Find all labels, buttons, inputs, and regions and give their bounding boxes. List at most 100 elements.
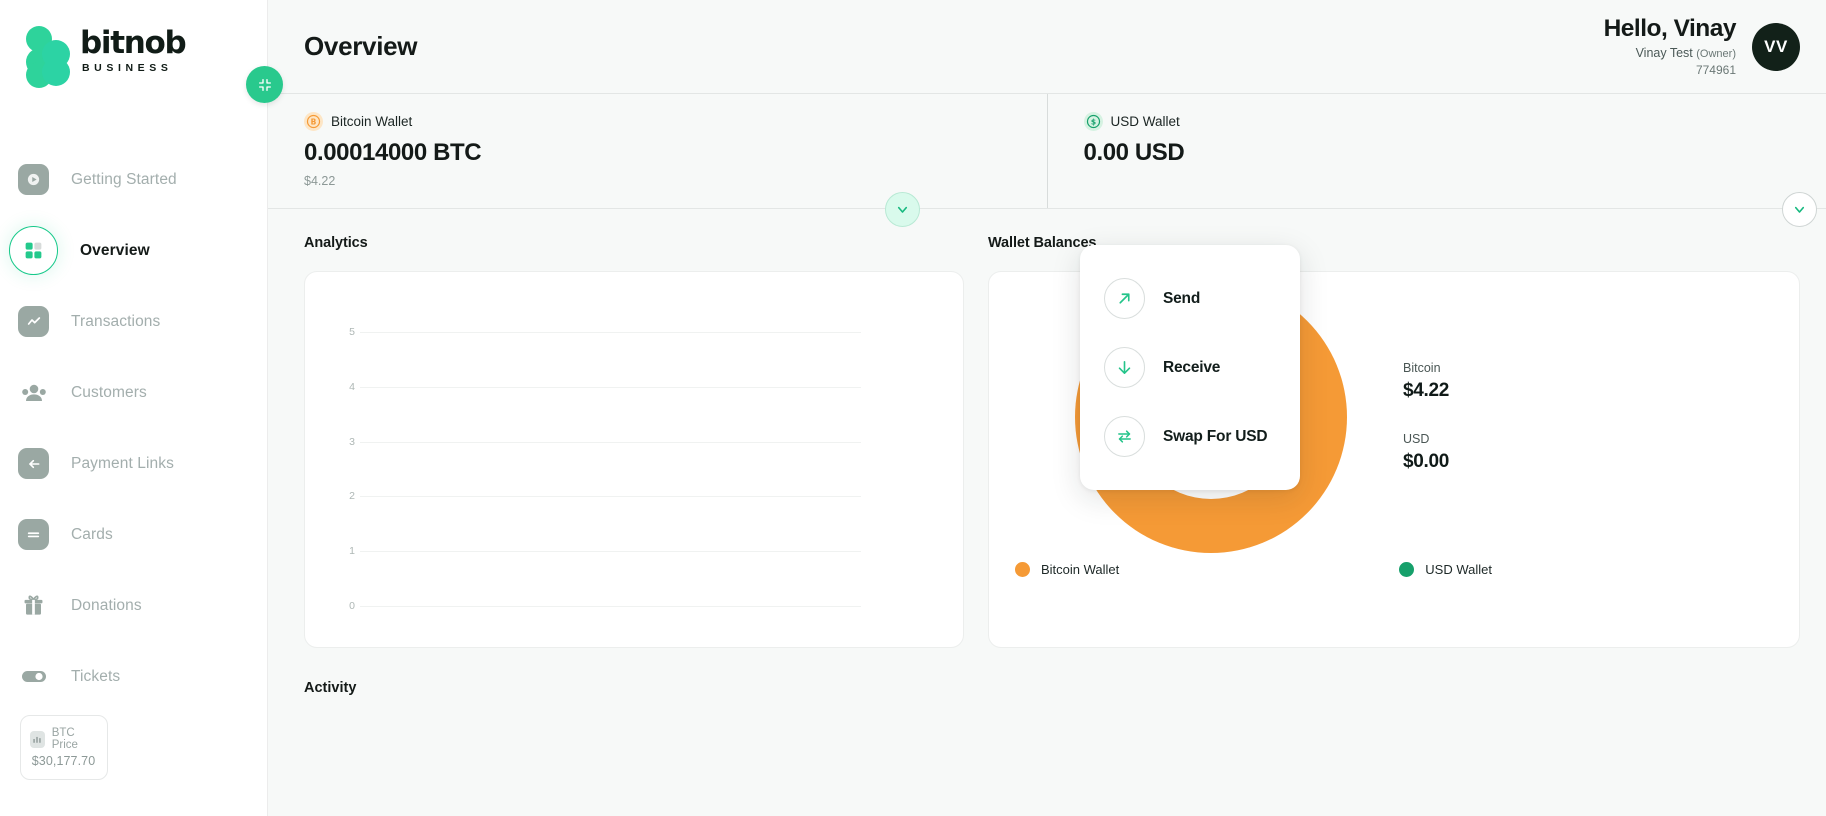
legend-item-usd-wallet: USD Wallet — [1399, 562, 1492, 577]
menu-item-swap-for-usd[interactable]: Swap For USD — [1080, 402, 1300, 471]
usd-wallet-card[interactable]: $ USD Wallet 0.00 USD — [1046, 94, 1826, 208]
chart-gridline — [360, 441, 861, 443]
account-id: 774961 — [1695, 63, 1736, 78]
greeting-text: Hello, Vinay — [1603, 14, 1737, 42]
activity-chart-icon — [18, 306, 49, 337]
sidebar-item-label: Customers — [71, 383, 147, 401]
analytics-title: Analytics — [304, 235, 368, 251]
sidebar-collapse-button[interactable] — [246, 66, 283, 103]
org-role: (Owner) — [1696, 48, 1736, 61]
wallet-amount: 0.00014000 BTC — [304, 139, 482, 166]
menu-item-receive[interactable]: Receive — [1080, 333, 1300, 402]
sidebar-item-overview[interactable]: Overview — [0, 215, 267, 286]
wallet-name: USD Wallet — [1110, 114, 1180, 129]
wallet-name: Bitcoin Wallet — [331, 114, 413, 129]
dollar-coin-icon: $ — [1083, 112, 1103, 131]
wallet-fiat-value: $4.22 — [304, 174, 336, 188]
play-circle-icon — [18, 164, 49, 195]
chart-gridline — [360, 496, 861, 498]
sidebar-item-tickets[interactable]: Tickets — [0, 641, 267, 712]
sidebar-item-cards[interactable]: Cards — [0, 499, 267, 570]
analytics-chart-card: 5 4 3 2 1 0 — [304, 271, 964, 648]
analytics-section: Analytics 5 4 3 2 1 0 — [304, 235, 964, 648]
btc-price-value: $30,177.70 — [31, 754, 96, 768]
legend-color-swatch — [1015, 562, 1030, 577]
breakdown-value: $4.22 — [1403, 380, 1450, 401]
sidebar-item-label: Donations — [71, 596, 142, 614]
menu-item-label: Receive — [1163, 358, 1221, 376]
breakdown-item-usd: USD $0.00 — [1403, 432, 1449, 473]
sidebar-item-transactions[interactable]: Transactions — [0, 286, 267, 357]
chart-y-tick-label: 2 — [349, 490, 355, 503]
chart-gridline — [360, 332, 861, 333]
svg-text:$: $ — [1090, 118, 1095, 127]
top-bar: Overview Hello, Vinay Vinay Test (Owner)… — [268, 0, 1826, 93]
brand-name: bitnob — [80, 25, 187, 62]
sidebar: bitnob BUSINESS Getting Started Overview… — [0, 0, 283, 816]
chart-gridline — [360, 386, 861, 388]
wallet-summary-strip: B Bitcoin Wallet 0.00014000 BTC $4.22 $ … — [268, 93, 1826, 227]
legend-color-swatch — [1399, 562, 1415, 577]
wallet-amount: 0.00 USD — [1083, 139, 1185, 166]
arrow-up-right-icon — [1104, 278, 1145, 319]
legend-label: Bitcoin Wallet — [1041, 562, 1120, 577]
sidebar-item-label: Transactions — [71, 312, 161, 330]
wallet-actions-dropdown: Send Receive Swap For USD — [1080, 245, 1300, 490]
chart-gridline — [360, 551, 861, 553]
sidebar-item-label: Overview — [80, 241, 150, 259]
sidebar-item-getting-started[interactable]: Getting Started — [0, 144, 267, 215]
user-profile[interactable]: Hello, Vinay Vinay Test (Owner) 774961 V… — [1603, 14, 1800, 78]
page-title: Overview — [304, 31, 418, 61]
menu-item-send[interactable]: Send — [1080, 264, 1300, 333]
breakdown-label: USD — [1403, 432, 1430, 446]
dashboard-content: Analytics 543210 Wallet Balances Tota — [268, 209, 1826, 696]
btc-price-label: BTC Price — [51, 727, 78, 751]
main-content: Overview Hello, Vinay Vinay Test (Owner)… — [268, 0, 1826, 816]
sidebar-item-donations[interactable]: Donations — [0, 570, 267, 641]
chart-gridline — [360, 606, 861, 607]
legend-label: USD Wallet — [1425, 562, 1492, 577]
sidebar-item-label: Cards — [71, 525, 113, 543]
org-name-text: Vinay Test — [1635, 46, 1693, 61]
svg-text:B: B — [311, 118, 317, 127]
sidebar-item-label: Payment Links — [71, 454, 174, 472]
sidebar-item-customers[interactable]: Customers — [0, 357, 267, 428]
brand-subtitle: BUSINESS — [82, 62, 173, 75]
brand-logo[interactable]: bitnob BUSINESS — [0, 0, 267, 88]
chart-y-tick-label: 3 — [349, 435, 355, 448]
ticket-icon — [18, 661, 49, 692]
menu-item-label: Swap For USD — [1163, 427, 1268, 445]
chart-y-tick-label: 1 — [349, 545, 355, 558]
gift-icon — [18, 590, 49, 621]
wallet-breakdown: Bitcoin $4.22 USD $0.00 — [1403, 361, 1449, 473]
sidebar-item-label: Getting Started — [71, 170, 177, 188]
people-icon — [18, 377, 49, 408]
chart-y-tick-label: 5 — [349, 326, 355, 338]
activity-title: Activity — [304, 680, 357, 696]
bar-chart-icon — [30, 730, 45, 748]
app-root: bitnob BUSINESS Getting Started Overview… — [0, 0, 1826, 816]
avatar[interactable]: VV — [1752, 22, 1800, 71]
arrow-left-box-icon — [18, 448, 49, 479]
arrow-down-icon — [1104, 347, 1145, 388]
credit-card-icon — [18, 519, 49, 550]
btc-price-widget[interactable]: BTC Price $30,177.70 — [20, 715, 108, 780]
donut-legend: Bitcoin Wallet USD Wallet — [989, 562, 1799, 577]
analytics-chart-plot: 5 4 3 2 1 0 — [305, 298, 933, 627]
chart-y-tick-label: 0 — [349, 600, 355, 612]
breakdown-item-bitcoin: Bitcoin $4.22 — [1403, 361, 1449, 402]
breakdown-label: Bitcoin — [1403, 361, 1441, 375]
bitcoin-wallet-actions-toggle[interactable] — [885, 192, 920, 227]
grid-squares-icon — [9, 226, 58, 275]
swap-arrows-icon — [1104, 416, 1145, 457]
usd-wallet-actions-toggle[interactable] — [1782, 192, 1817, 227]
chart-y-tick-label: 4 — [349, 380, 355, 393]
bitnob-logo-icon — [26, 26, 70, 88]
legend-item-bitcoin-wallet: Bitcoin Wallet — [1015, 562, 1119, 577]
breakdown-value: $0.00 — [1403, 451, 1450, 472]
sidebar-item-payment-links[interactable]: Payment Links — [0, 428, 267, 499]
org-name: Vinay Test (Owner) — [1604, 46, 1736, 60]
menu-item-label: Send — [1163, 289, 1201, 307]
sidebar-nav: Getting Started Overview Transactions Cu… — [0, 144, 267, 712]
bitcoin-wallet-card[interactable]: B Bitcoin Wallet 0.00014000 BTC $4.22 — [268, 94, 1047, 208]
